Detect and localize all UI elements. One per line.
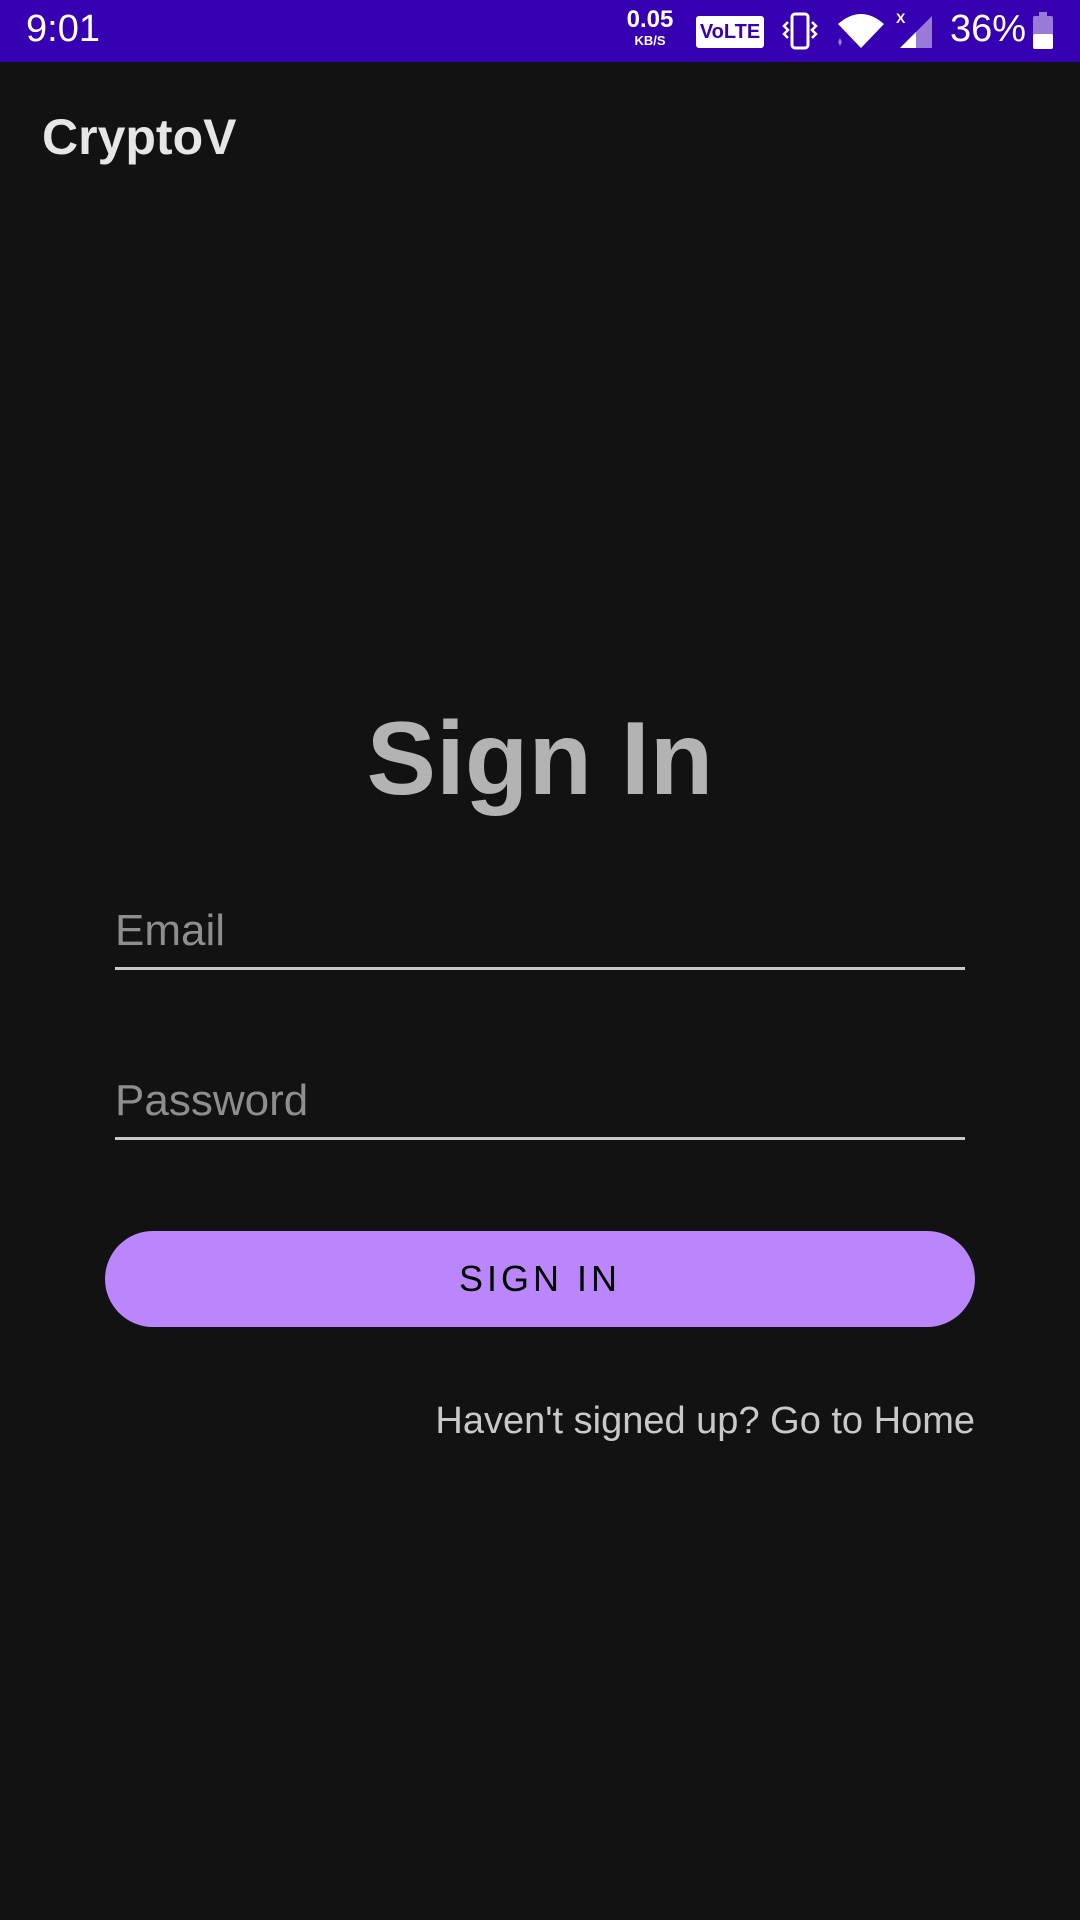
go-to-home-link[interactable]: Haven't signed up? Go to Home xyxy=(435,1400,975,1443)
network-speed-value: 0.05 xyxy=(626,6,674,33)
status-time: 9:01 xyxy=(26,8,100,50)
app-title: CryptoV xyxy=(42,109,237,165)
svg-text:X: X xyxy=(896,10,906,26)
battery-icon xyxy=(1032,12,1054,55)
page-title: Sign In xyxy=(366,701,714,817)
volte-badge: VoLTE xyxy=(696,16,764,48)
sign-in-button[interactable]: SIGN IN xyxy=(105,1231,975,1327)
signal-icon: X xyxy=(896,10,936,55)
status-bar: 9:01 0.05 KB/S VoLTE X 36% xyxy=(0,0,1080,62)
password-field[interactable] xyxy=(115,1064,965,1140)
network-speed: 0.05 KB/S xyxy=(622,6,678,48)
sign-in-screen: 9:01 0.05 KB/S VoLTE X 36% CryptoV Sign … xyxy=(0,0,1080,1920)
vibrate-icon xyxy=(780,12,820,55)
email-field[interactable] xyxy=(115,894,965,970)
wifi-icon xyxy=(836,12,886,55)
battery-percent: 36% xyxy=(950,8,1027,50)
network-speed-unit: KB/S xyxy=(634,33,666,48)
